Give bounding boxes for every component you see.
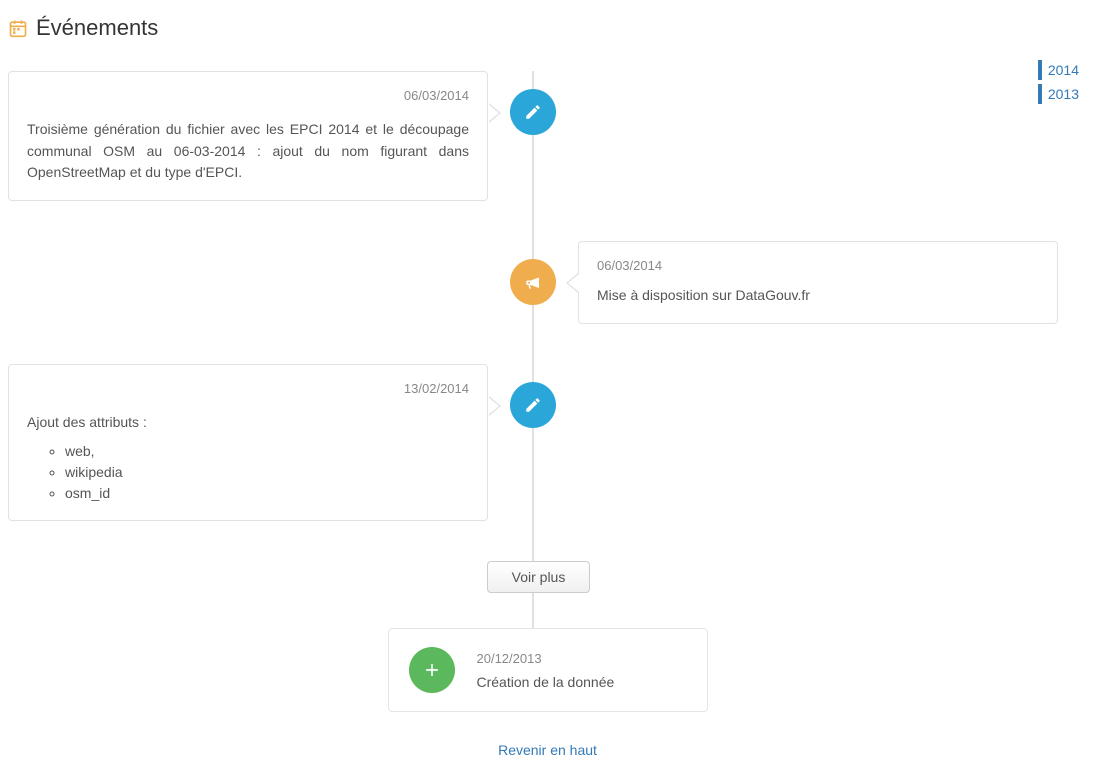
- event-content: Troisième génération du fichier avec les…: [27, 119, 469, 184]
- timeline-event: 06/03/2014 Troisième génération du fichi…: [8, 71, 1087, 201]
- card-arrow: [489, 103, 501, 123]
- voir-plus-container: Voir plus: [8, 561, 1087, 593]
- timeline: 06/03/2014 Troisième génération du fichi…: [8, 71, 1087, 712]
- pencil-icon: [510, 382, 556, 428]
- event-date: 13/02/2014: [27, 381, 469, 396]
- event-items: web, wikipedia osm_id: [65, 441, 469, 504]
- list-item: web,: [65, 441, 469, 462]
- creation-info: 20/12/2013 Création de la donnée: [477, 651, 615, 690]
- creation-text: Création de la donnée: [477, 674, 615, 690]
- event-date: 06/03/2014: [597, 258, 1039, 273]
- event-card: 13/02/2014 Ajout des attributs : web, wi…: [8, 364, 488, 522]
- timeline-event: 06/03/2014 Mise à disposition sur DataGo…: [8, 241, 1087, 324]
- list-item: osm_id: [65, 483, 469, 504]
- back-to-top-link[interactable]: Revenir en haut: [8, 742, 1087, 758]
- event-content: Mise à disposition sur DataGouv.fr: [597, 285, 1039, 307]
- card-arrow: [566, 273, 578, 293]
- event-intro: Ajout des attributs :: [27, 412, 469, 434]
- creation-event: 20/12/2013 Création de la donnée: [388, 628, 708, 712]
- event-date: 06/03/2014: [27, 88, 469, 103]
- pencil-icon: [510, 89, 556, 135]
- megaphone-icon: [510, 259, 556, 305]
- calendar-icon: [8, 18, 28, 38]
- timeline-event: 13/02/2014 Ajout des attributs : web, wi…: [8, 364, 1087, 522]
- event-card: 06/03/2014 Mise à disposition sur DataGo…: [578, 241, 1058, 324]
- event-card: 06/03/2014 Troisième génération du fichi…: [8, 71, 488, 201]
- page-title: Événements: [36, 15, 158, 41]
- list-item: wikipedia: [65, 462, 469, 483]
- voir-plus-button[interactable]: Voir plus: [487, 561, 591, 593]
- plus-icon: [409, 647, 455, 693]
- creation-date: 20/12/2013: [477, 651, 615, 666]
- page-header: Événements: [8, 15, 1087, 41]
- card-arrow: [489, 396, 501, 416]
